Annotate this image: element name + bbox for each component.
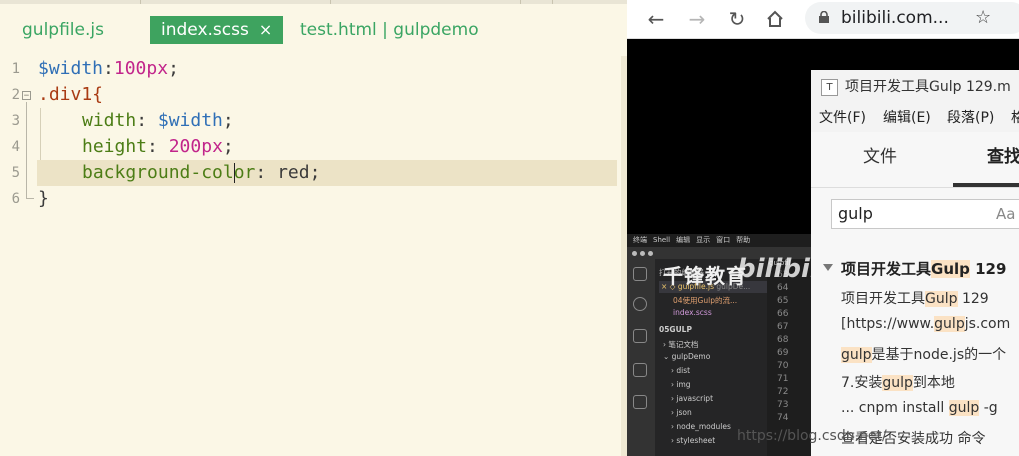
- result-line[interactable]: gulp是基于node.js的一个: [841, 344, 1019, 364]
- files-icon: [633, 267, 647, 281]
- typora-window: T 项目开发工具Gulp 129.m 文件(F) 编辑(E) 段落(P) 格 文…: [811, 70, 1019, 456]
- editor-top-strip: [0, 0, 627, 4]
- chevron-down-icon[interactable]: [823, 264, 833, 271]
- match-case-toggle[interactable]: Aa: [996, 200, 1015, 228]
- vscode-screenshot: 终端 Shell 编辑 显示 窗口 帮助 打开的编辑器 × ◇ gulpfile.js g…: [627, 234, 811, 456]
- address-bar[interactable]: bilibili.com... ☆: [805, 2, 1019, 34]
- menu-paragraph[interactable]: 段落(P): [947, 104, 994, 132]
- menu-file[interactable]: 文件(F): [819, 104, 866, 132]
- code-line-6: }: [38, 188, 49, 209]
- source-control-icon: [633, 329, 647, 343]
- browser-toolbar: ← → ↻ bilibili.com... ☆: [627, 0, 1019, 39]
- mac-menubar: 终端 Shell 编辑 显示 窗口 帮助: [627, 234, 811, 247]
- tab-files[interactable]: 文件: [863, 142, 897, 167]
- code-line-4: height: 200px;: [82, 136, 234, 157]
- csdn-watermark: https://blog.csdn.net/: [737, 428, 887, 444]
- tab-test-html[interactable]: test.html | gulpdemo: [300, 16, 479, 44]
- url-text: bilibili.com...: [841, 8, 949, 28]
- code-editor: gulpfile.js index.scss × test.html | gulp…: [0, 0, 627, 456]
- tab-index-scss[interactable]: index.scss ×: [150, 16, 284, 44]
- back-icon[interactable]: ←: [642, 5, 670, 33]
- divider: [811, 187, 1019, 188]
- search-sidebar: 文件 查找 gulp Aa 项目开发工具Gulp 129 项目开发工具Gulp …: [811, 132, 1019, 456]
- extensions-icon: [633, 395, 647, 409]
- editor-tab-bar: gulpfile.js index.scss × test.html | gulp…: [0, 16, 627, 46]
- menu-edit[interactable]: 编辑(E): [883, 104, 931, 132]
- close-icon[interactable]: ×: [259, 20, 272, 39]
- bookmark-star-icon[interactable]: ☆: [975, 2, 991, 34]
- reload-icon[interactable]: ↻: [723, 5, 751, 33]
- watermark-qianfeng: 千锋教育: [663, 264, 747, 288]
- result-line[interactable]: 7.安装gulp到本地: [841, 372, 1019, 392]
- result-line[interactable]: 项目开发工具Gulp 129: [841, 288, 1019, 308]
- activity-bar: [627, 259, 655, 456]
- result-file-heading[interactable]: 项目开发工具Gulp 129: [841, 258, 1019, 279]
- code-line-3: width: $width;: [82, 110, 234, 131]
- line-number: 5: [11, 165, 20, 181]
- menu-bar: 文件(F) 编辑(E) 段落(P) 格: [811, 104, 1019, 132]
- watermark-bilibili-logo: bilibili: [737, 254, 811, 284]
- line-number: 4: [11, 139, 20, 155]
- menu-format[interactable]: 格: [1011, 104, 1019, 132]
- code-line-1: $width:100px;: [38, 58, 179, 79]
- tab-label: index.scss: [161, 20, 249, 40]
- lock-icon: [819, 11, 829, 23]
- code-line-5: background-color: red;: [82, 162, 321, 183]
- fold-guide: [26, 102, 27, 198]
- window-title: 项目开发工具Gulp 129.m: [845, 79, 1011, 95]
- line-gutter: gulpfil 63 64 65 66 67 68 69 70 71 72 73…: [767, 259, 811, 456]
- result-line[interactable]: [https://www.gulpjs.com: [841, 316, 1019, 332]
- search-value: gulp: [838, 204, 873, 223]
- home-icon[interactable]: [761, 5, 789, 33]
- tab-find[interactable]: 查找: [987, 142, 1019, 167]
- tab-label: test.html | gulpdemo: [300, 20, 479, 40]
- line-number: 2: [11, 87, 20, 103]
- line-number: 1: [11, 61, 20, 77]
- line-number: 3: [11, 113, 20, 129]
- browser-window: ← → ↻ bilibili.com... ☆ 终端 Shell 编辑 显示 窗口 帮助 …: [627, 0, 1019, 456]
- search-icon: [633, 297, 647, 311]
- debug-icon: [633, 363, 647, 377]
- tab-label: gulpfile.js: [22, 20, 104, 40]
- code-line-2: .div1{: [38, 84, 104, 105]
- result-line[interactable]: ... cnpm install gulp -g: [841, 400, 1019, 416]
- line-number: 6: [11, 191, 20, 207]
- typora-app-icon: T: [821, 79, 838, 96]
- tab-gulpfile[interactable]: gulpfile.js: [22, 16, 104, 44]
- typora-titlebar: T 项目开发工具Gulp 129.m: [811, 70, 1019, 104]
- forward-icon[interactable]: →: [683, 5, 711, 33]
- fold-toggle-icon[interactable]: −: [22, 91, 31, 101]
- fold-end: [26, 198, 34, 199]
- search-input[interactable]: gulp Aa: [831, 199, 1019, 229]
